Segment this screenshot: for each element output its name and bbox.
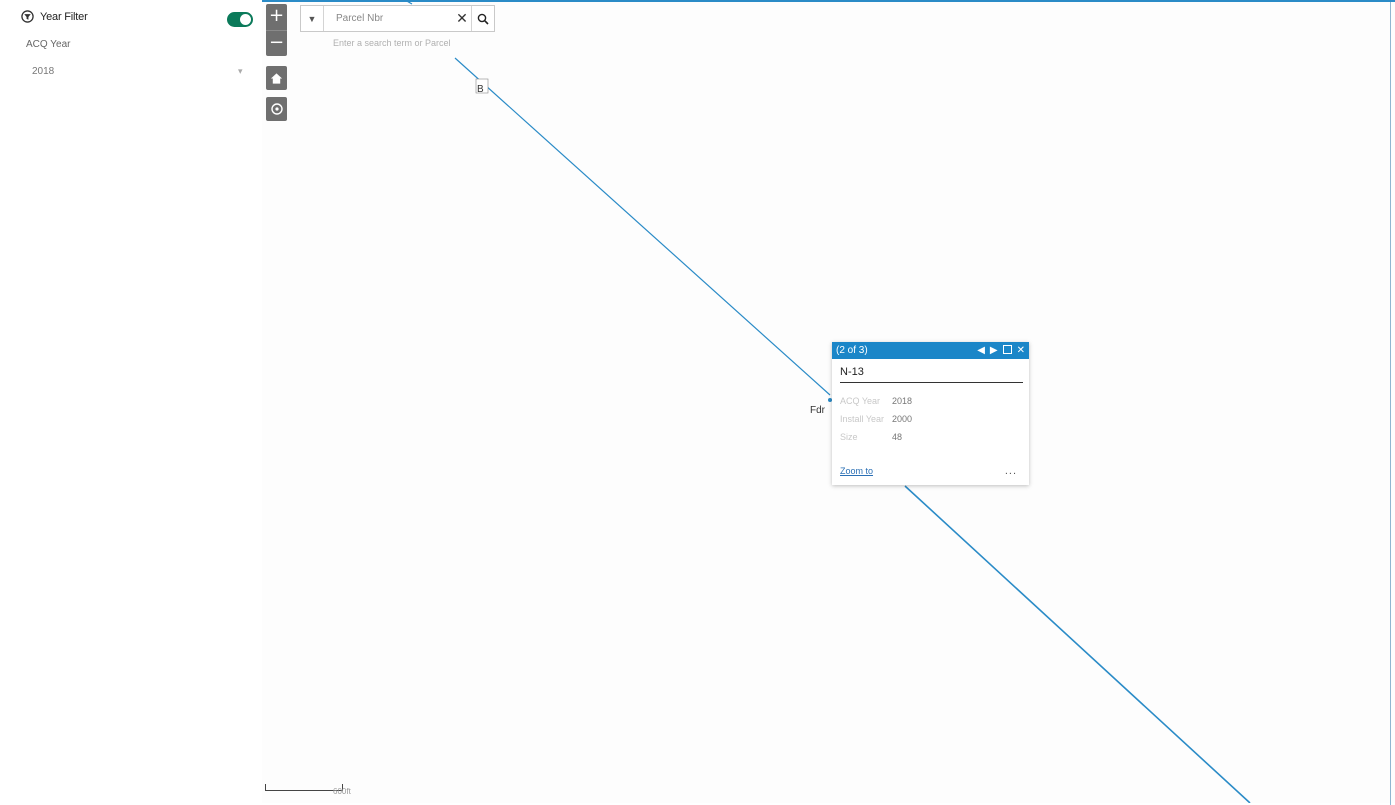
attribute-row: ACQ Year 2018: [840, 392, 1029, 410]
scale-bar: [265, 784, 343, 791]
attribute-value: 2000: [892, 414, 913, 424]
popup-footer: Zoom to ...: [840, 465, 1017, 477]
search-button[interactable]: [471, 6, 494, 31]
search-widget: ▼ Parcel Nbr ✕: [300, 5, 495, 32]
search-input[interactable]: Parcel Nbr: [324, 13, 453, 24]
search-icon: [477, 13, 489, 25]
popup-title: N-13: [840, 366, 1023, 383]
map-features: [404, 0, 1251, 803]
more-actions-button[interactable]: ...: [1005, 465, 1017, 477]
previous-feature-button[interactable]: ◀: [977, 345, 985, 356]
popup-actions: ◀ ▶ ✕: [977, 344, 1025, 357]
attribute-key: ACQ Year: [840, 396, 881, 406]
attribute-row: Size 48: [840, 428, 1029, 446]
zoom-control: + −: [266, 4, 287, 56]
next-feature-button[interactable]: ▶: [990, 345, 998, 356]
popup-header: (2 of 3) ◀ ▶ ✕: [832, 342, 1029, 359]
dock-button[interactable]: [1002, 344, 1012, 357]
popup-counter: (2 of 3): [836, 345, 868, 356]
search-source-dropdown[interactable]: ▼: [301, 6, 324, 31]
attribute-value: 48: [892, 432, 903, 442]
pipeline-segment-top: [404, 0, 413, 5]
search-hint: Enter a search term or Parcel: [333, 38, 451, 48]
close-popup-button[interactable]: ✕: [1017, 345, 1025, 356]
feature-popup: (2 of 3) ◀ ▶ ✕ N-13 ACQ Year 2018 Instal…: [832, 342, 1029, 485]
node-label: B: [477, 84, 484, 95]
home-icon: [270, 72, 283, 84]
locate-button[interactable]: [266, 97, 287, 121]
feature-label: Fdr: [810, 405, 825, 416]
zoom-in-button[interactable]: +: [266, 4, 287, 30]
dock-icon: [1002, 344, 1012, 354]
zoom-out-button[interactable]: −: [266, 29, 287, 57]
home-button[interactable]: [266, 66, 287, 90]
popup-attributes: ACQ Year 2018 Install Year 2000 Size 48: [840, 392, 1029, 446]
pipeline-segment-upper: [454, 57, 831, 396]
pipeline-segment-lower: [904, 485, 1251, 803]
attribute-value: 2018: [892, 396, 913, 406]
attribute-key: Size: [840, 432, 858, 442]
attribute-key: Install Year: [840, 414, 885, 424]
attribute-row: Install Year 2000: [840, 410, 1029, 428]
clear-search-button[interactable]: ✕: [453, 10, 471, 27]
locate-icon: [270, 103, 283, 115]
zoom-to-link[interactable]: Zoom to: [840, 466, 873, 476]
scale-label: 600ft: [333, 787, 351, 796]
